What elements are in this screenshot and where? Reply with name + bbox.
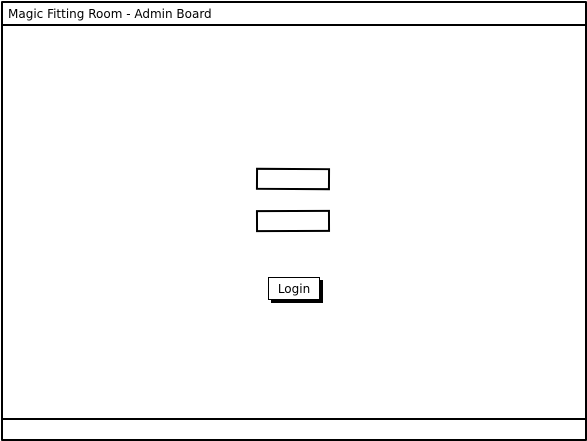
login-panel: Login	[3, 26, 585, 417]
window-title: Magic Fitting Room - Admin Board	[8, 7, 212, 21]
password-input[interactable]	[255, 209, 331, 233]
username-input[interactable]	[255, 167, 331, 191]
status-bar	[3, 418, 585, 439]
title-bar: Magic Fitting Room - Admin Board	[3, 3, 585, 26]
login-button[interactable]: Login	[268, 277, 320, 300]
app-window: Magic Fitting Room - Admin Board Login	[1, 1, 587, 441]
